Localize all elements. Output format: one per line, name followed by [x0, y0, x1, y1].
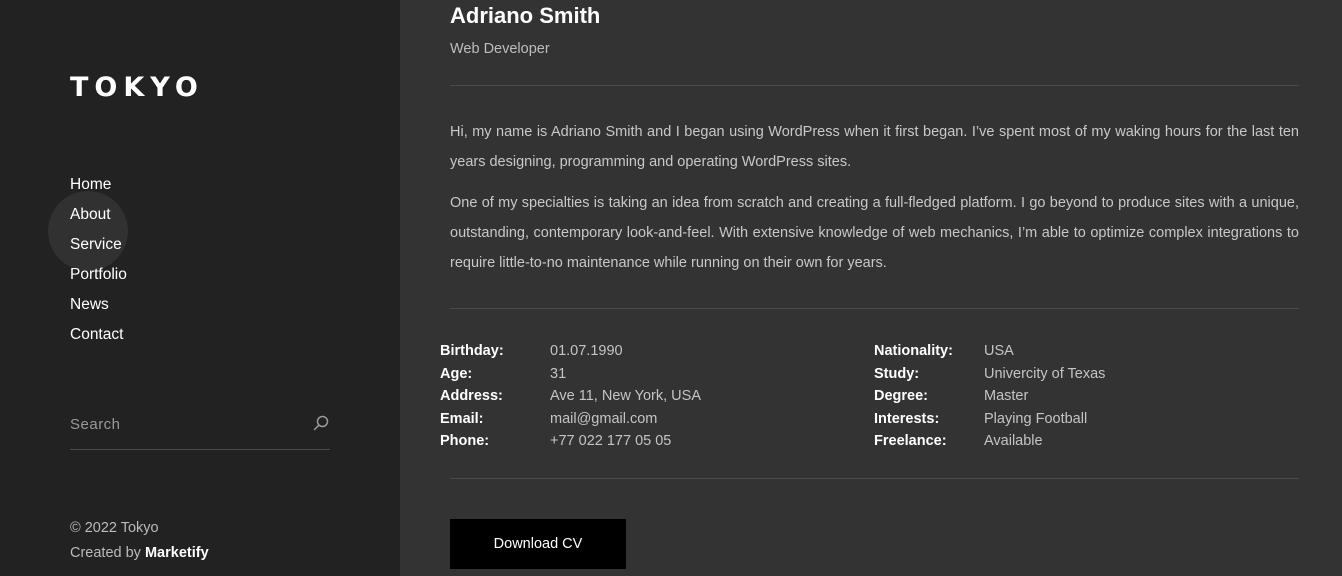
search-input[interactable] — [70, 408, 300, 440]
info-row-freelance: Freelance: Available — [874, 430, 1105, 453]
search-icon[interactable] — [312, 414, 330, 432]
nav-item-portfolio[interactable]: Portfolio — [70, 262, 127, 292]
info-value: 01.07.1990 — [550, 343, 623, 359]
info-label: Nationality: — [874, 343, 953, 359]
info-row-study: Study: Univercity of Texas — [874, 363, 1105, 386]
copyright-text: © 2022 Tokyo — [70, 520, 159, 536]
info-value: Playing Football — [984, 410, 1088, 427]
info-value: mail@gmail.com — [550, 410, 658, 427]
info-value: USA — [984, 343, 1014, 359]
nav-item-service[interactable]: Service — [70, 232, 127, 262]
info-value: 31 — [550, 365, 567, 382]
info-value: Master — [984, 388, 1029, 404]
info-label: Email: — [440, 410, 484, 427]
info-row-phone: Phone: +77 022 177 05 05 — [440, 430, 701, 453]
info-row-birthday: Birthday: 01.07.1990 — [440, 340, 701, 363]
info-label: Birthday: — [440, 343, 504, 359]
nav-item-home[interactable]: Home — [70, 172, 127, 202]
info-value: Univercity of Texas — [984, 365, 1106, 382]
info-label: Phone: — [440, 433, 490, 449]
nav-item-contact[interactable]: Contact — [70, 322, 127, 352]
info-label: Degree: — [874, 388, 928, 404]
info-value: Ave 11, New York, USA — [550, 388, 701, 404]
info-value: Available — [984, 433, 1043, 449]
profile-name: Adriano Smith — [450, 3, 601, 28]
main-nav: Home About Service Portfolio News Contac… — [48, 172, 128, 352]
info-label: Study: — [874, 365, 920, 382]
info-row-degree: Degree: Master — [874, 385, 1105, 408]
site-logo[interactable]: TOKYO — [70, 72, 204, 103]
personal-info-left: Birthday: 01.07.1990 Age: 31 Address: Ave 1… — [440, 340, 701, 453]
download-cv-button[interactable]: Download CV — [450, 519, 626, 569]
info-row-interests: Interests: Playing Football — [874, 408, 1105, 431]
created-by-link[interactable]: Marketify — [145, 545, 209, 561]
info-label: Address: — [440, 388, 503, 404]
nav-item-about[interactable]: About — [48, 191, 128, 271]
nav-item-news[interactable]: News — [70, 292, 127, 322]
info-value: +77 022 177 05 05 — [550, 433, 672, 449]
info-row-email: Email: mail@gmail.com — [440, 408, 701, 431]
info-label: Freelance: — [874, 433, 947, 449]
divider — [450, 85, 1299, 86]
search-box — [70, 408, 330, 450]
personal-info-right: Nationality: USA Study: Univercity of Texa… — [874, 340, 1105, 453]
bio-paragraph-1: Hi, my name is Adriano Smith and I began… — [450, 124, 1299, 170]
created-by: Created by Marketify — [70, 541, 209, 566]
info-row-address: Address: Ave 11, New York, USA — [440, 385, 701, 408]
nav-item-label: About — [70, 206, 111, 223]
info-label: Age: — [440, 365, 473, 382]
bio-paragraph-2: One of my specialties is taking an idea … — [450, 195, 1299, 271]
info-row-age: Age: 31 — [440, 363, 701, 386]
copyright: © 2022 Tokyo Created by Marketify — [70, 516, 209, 566]
divider — [450, 478, 1299, 479]
info-label: Interests: — [874, 410, 940, 427]
profile-role: Web Developer — [450, 41, 550, 57]
about-section: Adriano Smith Web Developer Hi, my name … — [400, 0, 1342, 576]
sidebar: TOKYO Home About Service Portfolio News … — [0, 0, 400, 576]
divider — [450, 308, 1299, 309]
info-row-nationality: Nationality: USA — [874, 340, 1105, 363]
created-by-prefix: Created by — [70, 545, 141, 561]
